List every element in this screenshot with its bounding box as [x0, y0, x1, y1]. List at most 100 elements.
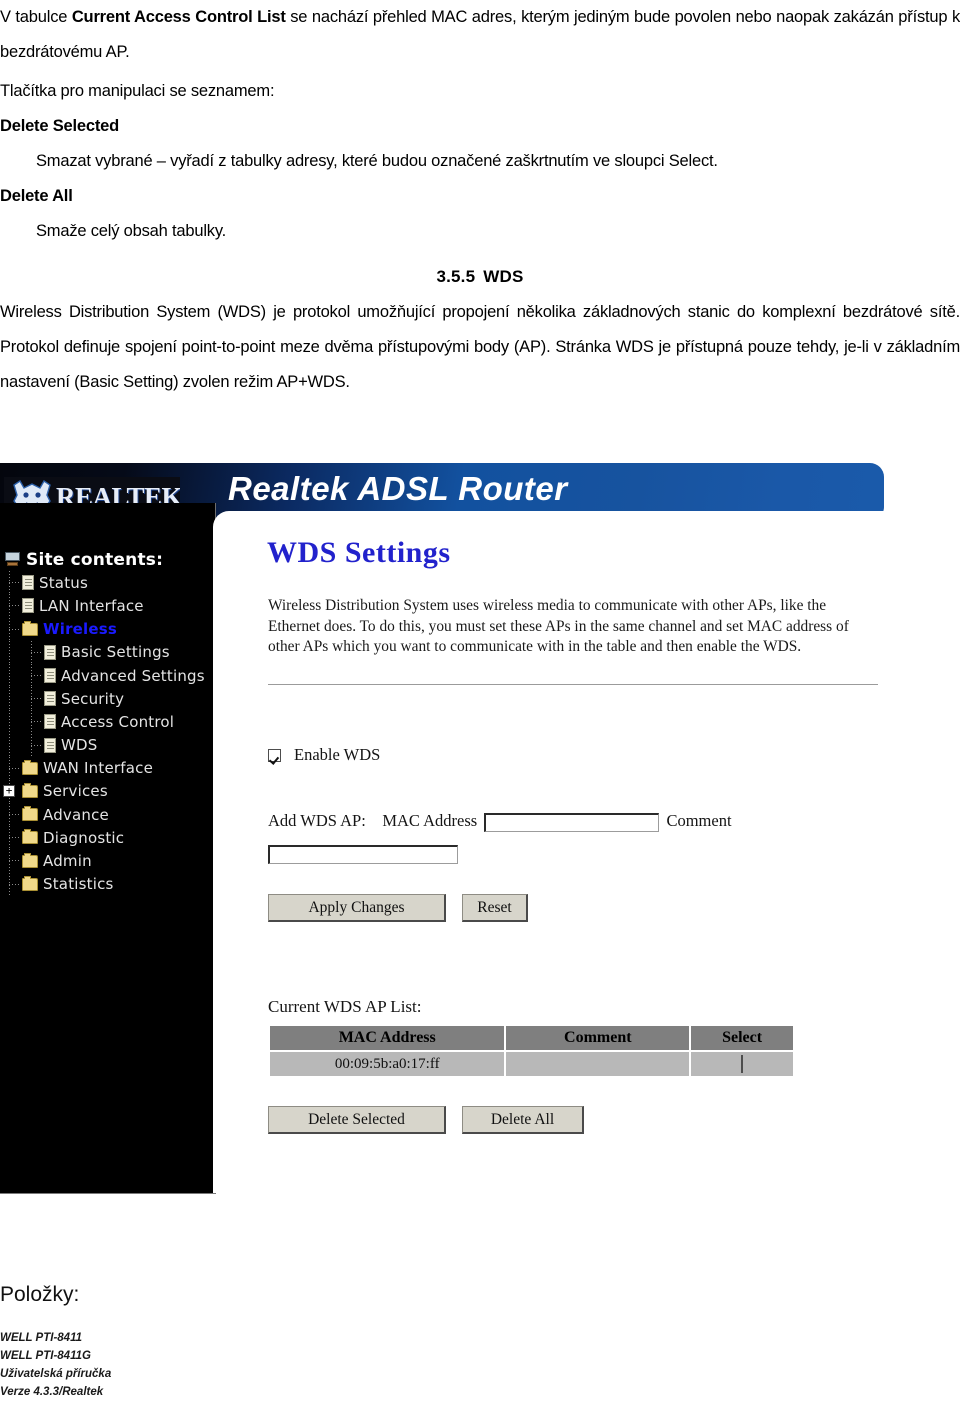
tree-elbow	[31, 744, 42, 746]
enable-wds-checkbox[interactable]	[268, 748, 281, 762]
term-delete-selected: Delete Selected	[0, 117, 119, 135]
comment-input[interactable]	[268, 845, 458, 865]
sidebar-item-label: Advance	[43, 805, 109, 824]
tree-elbow	[9, 860, 20, 862]
tree-line	[9, 663, 10, 688]
expand-plus-icon[interactable]: +	[3, 784, 15, 797]
sidebar-item-label: Wireless	[43, 620, 118, 639]
page-title: WDS Settings	[267, 536, 451, 569]
page-icon	[44, 737, 56, 753]
column-header-select: Select	[691, 1026, 793, 1050]
page-icon	[44, 668, 56, 684]
sidebar-item-lan-interface[interactable]: LAN Interface	[0, 594, 215, 618]
sidebar-item-status[interactable]: Status	[0, 571, 215, 595]
sidebar-item-advance[interactable]: Advance	[0, 803, 215, 827]
footer-line-manual: Uživatelská příručka	[0, 1368, 112, 1380]
tree-line	[9, 640, 10, 664]
sidebar-item-statistics[interactable]: Statistics	[0, 872, 215, 896]
tree-elbow	[31, 651, 42, 653]
footer-line-model: WELL PTI-8411	[0, 1332, 83, 1344]
column-header-mac-address: MAC Address	[270, 1026, 505, 1050]
folder-icon	[22, 620, 38, 636]
intro-bold-term: Current Access Control List	[71, 8, 286, 26]
sidebar-item-label: Diagnostic	[43, 828, 125, 847]
folder-icon	[22, 782, 38, 798]
comment-label: Comment	[666, 811, 732, 830]
page-icon	[22, 575, 34, 591]
form-button-row: Apply Changes Reset	[268, 894, 528, 922]
desc-delete-selected: Smazat vybrané – vyřadí z tabulky adresy…	[36, 152, 718, 170]
sidebar-item-label: Basic Settings	[61, 643, 170, 662]
mac-address-input[interactable]	[484, 812, 660, 832]
sidebar-item-wan-interface[interactable]: WAN Interface	[0, 756, 215, 780]
sidebar-root-label: Site contents:	[26, 549, 164, 570]
computer-icon	[4, 552, 21, 567]
desc-delete-all: Smaže celý obsah tabulky.	[36, 222, 227, 240]
wds-description: Wireless Distribution System uses wirele…	[268, 597, 849, 655]
add-wds-ap-label: Add WDS AP:	[268, 811, 366, 830]
tree-elbow	[31, 721, 42, 723]
folder-icon	[22, 875, 38, 891]
sidebar-item-wds[interactable]: WDS	[0, 733, 215, 757]
tree-line	[9, 710, 10, 734]
section-body-paragraph: Wireless Distribution System (WDS) je pr…	[0, 303, 960, 391]
sidebar-item-admin[interactable]: Admin	[0, 849, 215, 873]
router-ui-screenshot: Realtek ADSL Router REALTEK Site content…	[0, 463, 890, 1195]
section-title: WDS	[483, 267, 524, 286]
sidebar-item-label: Services	[43, 782, 108, 801]
sidebar-root-site-contents: Site contents:	[0, 548, 215, 571]
sidebar-item-label: Security	[61, 689, 125, 708]
sidebar-item-label: WAN Interface	[43, 759, 154, 778]
tree-elbow	[9, 582, 20, 584]
sidebar-item-label: Statistics	[43, 875, 114, 894]
delete-selected-button[interactable]: Delete Selected	[268, 1106, 446, 1134]
site-contents-sidebar: Site contents: Status LAN Interface Wire…	[0, 503, 216, 1194]
sidebar-item-security[interactable]: Security	[0, 687, 215, 711]
tree-line	[9, 733, 10, 757]
sidebar-item-wireless[interactable]: Wireless	[0, 617, 215, 641]
tree-elbow	[9, 605, 20, 607]
column-header-comment: Comment	[506, 1026, 690, 1050]
folder-icon	[22, 759, 38, 775]
term-delete-all: Delete All	[0, 187, 73, 205]
sidebar-item-advanced-settings[interactable]: Advanced Settings	[0, 663, 215, 688]
tree-elbow	[9, 767, 20, 769]
cell-mac-address: 00:09:5b:a0:17:ff	[270, 1052, 505, 1076]
sidebar-item-basic-settings[interactable]: Basic Settings	[0, 640, 215, 664]
tree-line	[9, 687, 10, 711]
sidebar-item-services[interactable]: + Services	[0, 779, 215, 804]
footer-line-model-g: WELL PTI-8411G	[0, 1350, 91, 1362]
page-icon	[44, 644, 56, 660]
folder-icon	[22, 852, 38, 868]
footer-metadata: WELL PTI-8411 WELL PTI-8411G Uživatelská…	[0, 1329, 111, 1401]
router-title: Realtek ADSL Router	[228, 470, 568, 507]
reset-button[interactable]: Reset	[462, 894, 528, 922]
current-wds-ap-list-table: MAC Address Comment Select 00:09:5b:a0:1…	[268, 1024, 795, 1078]
cell-select	[691, 1052, 793, 1076]
section-heading: 3.5.5 WDS	[0, 249, 960, 295]
row-select-checkbox[interactable]	[741, 1054, 744, 1073]
sidebar-item-label: Status	[39, 573, 88, 592]
sidebar-item-diagnostic[interactable]: Diagnostic	[0, 826, 215, 850]
sidebar-item-label: LAN Interface	[39, 596, 144, 615]
sidebar-item-label: WDS	[61, 736, 98, 755]
mac-address-label: MAC Address	[382, 811, 478, 830]
navigation-tree: Site contents: Status LAN Interface Wire…	[0, 548, 215, 896]
folder-icon	[22, 829, 38, 845]
section-divider	[268, 684, 878, 685]
enable-wds-row[interactable]: Enable WDS	[268, 745, 380, 765]
intro-paragraph: V tabulce Current Access Control List se…	[0, 0, 960, 70]
intro-prefix: V tabulce	[0, 8, 72, 26]
sidebar-item-label: Access Control	[61, 712, 175, 731]
footer-line-version: Verze 4.3.3/Realtek	[0, 1386, 104, 1398]
delete-all-button[interactable]: Delete All	[462, 1106, 584, 1134]
current-wds-ap-list-label: Current WDS AP List:	[268, 997, 422, 1016]
cell-comment	[506, 1052, 690, 1076]
page-icon	[44, 714, 56, 730]
apply-changes-button[interactable]: Apply Changes	[268, 894, 446, 922]
section-number: 3.5.5	[436, 267, 476, 286]
tree-elbow	[9, 628, 20, 630]
tree-elbow	[31, 674, 42, 676]
sidebar-item-access-control[interactable]: Access Control	[0, 710, 215, 734]
sidebar-item-label: Admin	[43, 852, 92, 871]
